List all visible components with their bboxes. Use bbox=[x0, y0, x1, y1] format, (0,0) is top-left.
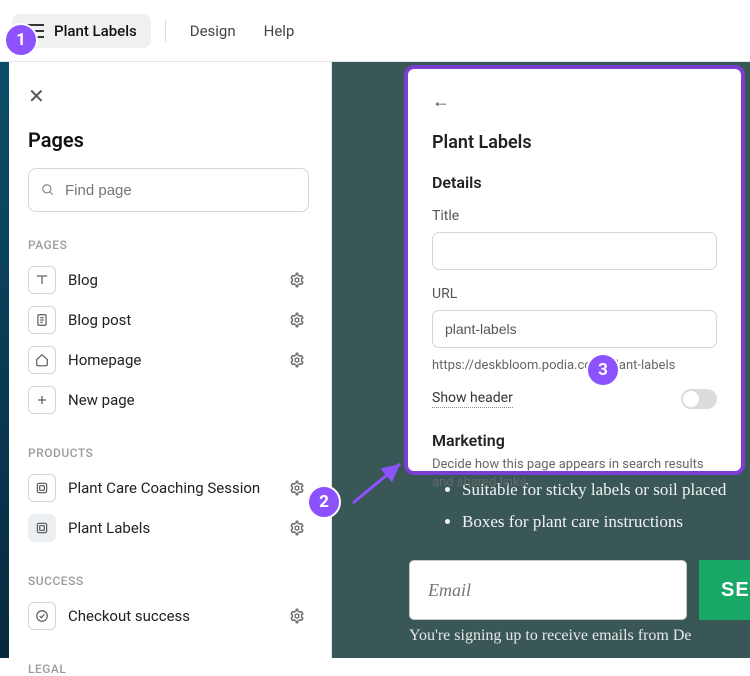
panel-title: Plant Labels bbox=[432, 132, 717, 153]
marketing-heading: Marketing bbox=[432, 431, 717, 450]
page-label: New page bbox=[68, 391, 309, 409]
section-label-pages: PAGES bbox=[28, 238, 309, 252]
step-badge-3: 3 bbox=[586, 353, 620, 387]
book-icon bbox=[28, 266, 56, 294]
divider bbox=[165, 20, 166, 42]
email-row: SE bbox=[409, 560, 750, 620]
check-icon bbox=[28, 602, 56, 630]
url-label: URL bbox=[432, 286, 717, 302]
back-arrow-icon[interactable]: ← bbox=[432, 91, 450, 112]
details-heading: Details bbox=[432, 173, 717, 192]
sidebar-item-checkout-success[interactable]: Checkout success bbox=[28, 596, 309, 636]
page-label: Blog post bbox=[68, 311, 273, 329]
gear-icon[interactable] bbox=[285, 476, 309, 500]
sidebar-item-homepage[interactable]: Homepage bbox=[28, 340, 309, 380]
full-url: https://deskbloom.podia.com/plant-labels bbox=[432, 358, 717, 373]
sidebar: ✕ Pages PAGES Blog Blog post Homepage Ne… bbox=[0, 62, 332, 658]
marketing-desc: Decide how this page appears in search r… bbox=[432, 456, 717, 492]
show-header-label[interactable]: Show header bbox=[432, 390, 513, 408]
nav-design[interactable]: Design bbox=[190, 22, 236, 40]
title-label: Title bbox=[432, 208, 717, 224]
toggle-knob bbox=[683, 391, 699, 407]
nav-help[interactable]: Help bbox=[264, 22, 295, 40]
topnav: Design Help bbox=[180, 22, 295, 40]
gear-icon[interactable] bbox=[285, 308, 309, 332]
plus-icon bbox=[28, 386, 56, 414]
section-label-success: SUCCESS bbox=[28, 574, 309, 588]
product-icon bbox=[28, 474, 56, 502]
page-settings-panel: ← Plant Labels Details Title URL https:/… bbox=[404, 65, 745, 475]
send-button[interactable]: SE bbox=[699, 560, 750, 620]
email-field[interactable] bbox=[409, 560, 687, 620]
sidebar-item-new-page[interactable]: New page bbox=[28, 380, 309, 420]
sidebar-item-blog-post[interactable]: Blog post bbox=[28, 300, 309, 340]
sidebar-item-plant-coaching[interactable]: Plant Care Coaching Session bbox=[28, 468, 309, 508]
section-label-legal: LEGAL bbox=[28, 662, 309, 676]
search-icon bbox=[41, 183, 55, 197]
step-badge-1: 1 bbox=[4, 23, 38, 57]
product-icon bbox=[28, 514, 56, 542]
bullet-item: Boxes for plant care instructions bbox=[462, 506, 726, 538]
sidebar-item-blog[interactable]: Blog bbox=[28, 260, 309, 300]
show-header-toggle[interactable] bbox=[681, 389, 717, 409]
page-label: Blog bbox=[68, 271, 273, 289]
close-icon[interactable]: ✕ bbox=[28, 86, 309, 106]
page-label: Homepage bbox=[68, 351, 273, 369]
sidebar-title: Pages bbox=[28, 128, 309, 152]
signup-note: You're signing up to receive emails from… bbox=[409, 627, 692, 645]
gear-icon[interactable] bbox=[285, 604, 309, 628]
home-icon bbox=[28, 346, 56, 374]
search-input[interactable] bbox=[65, 182, 296, 199]
search-wrap[interactable] bbox=[28, 168, 309, 212]
sidebar-item-plant-labels[interactable]: Plant Labels bbox=[28, 508, 309, 548]
title-input[interactable] bbox=[432, 232, 717, 270]
page-label: Plant Labels bbox=[68, 519, 273, 537]
url-input[interactable] bbox=[432, 310, 717, 348]
page-label: Checkout success bbox=[68, 607, 273, 625]
step-badge-2: 2 bbox=[307, 485, 341, 519]
topbar: Plant Labels Design Help bbox=[0, 0, 750, 62]
page-chip-label: Plant Labels bbox=[54, 22, 137, 40]
gear-icon[interactable] bbox=[285, 516, 309, 540]
gear-icon[interactable] bbox=[285, 268, 309, 292]
gear-icon[interactable] bbox=[285, 348, 309, 372]
preview-edge bbox=[0, 62, 9, 658]
section-label-products: PRODUCTS bbox=[28, 446, 309, 460]
page-label: Plant Care Coaching Session bbox=[68, 479, 273, 497]
document-icon bbox=[28, 306, 56, 334]
